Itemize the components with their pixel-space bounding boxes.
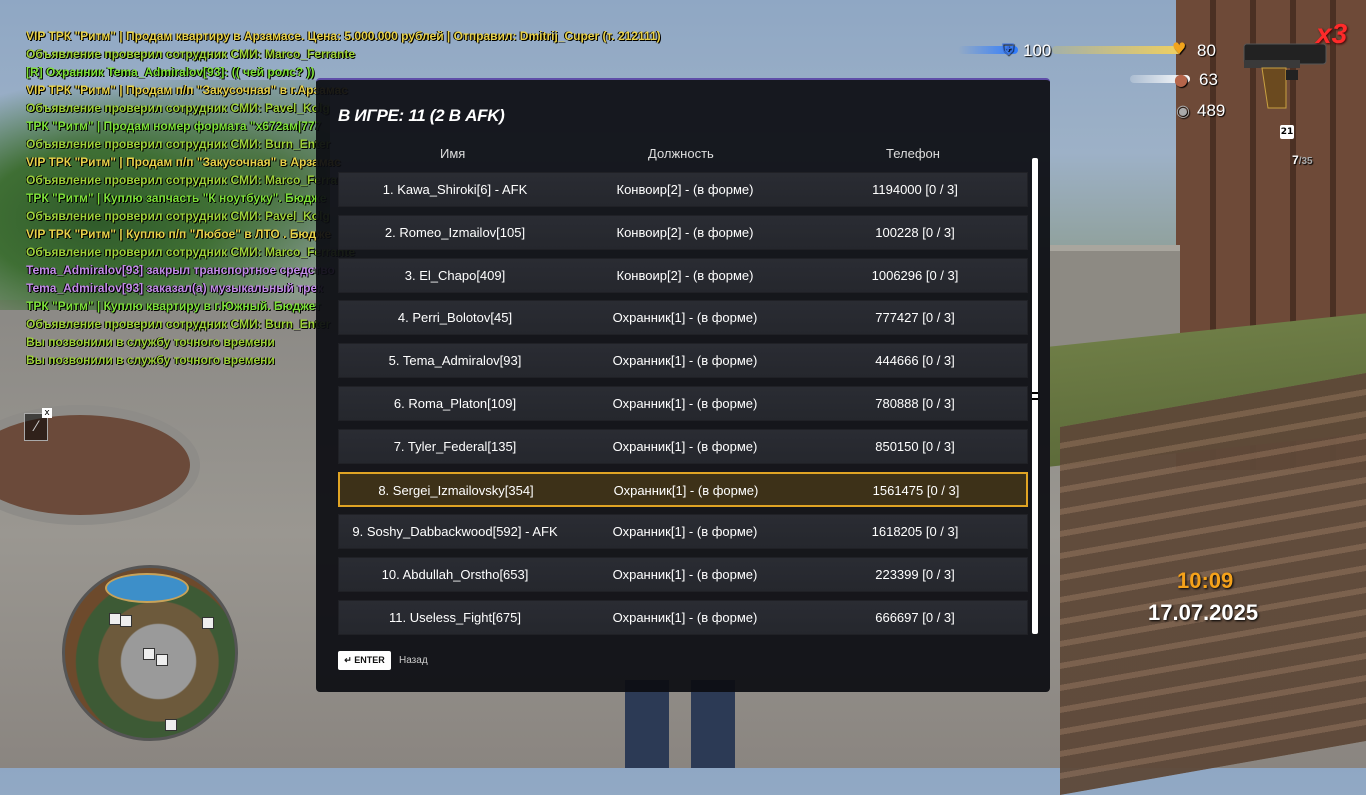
minimap-marker xyxy=(202,617,214,629)
enter-button-label: ENTER xyxy=(354,655,385,665)
member-position: Охранник[1] - (в форме) xyxy=(612,438,758,454)
member-name: 9. Soshy_Dabbackwood[592] - AFK xyxy=(352,524,558,540)
dialog-title: В ИГРЕ: 11 (2 В AFK) xyxy=(338,106,505,125)
member-row[interactable]: 9. Soshy_Dabbackwood[592] - AFK Охранник[… xyxy=(338,514,1028,550)
member-position: Конвоир[2] - (в форме) xyxy=(616,224,754,240)
member-row[interactable]: 3. El_Chapo[409] Конвоир[2] - (в форме) 10… xyxy=(338,257,1028,293)
enter-button[interactable]: ↵ ENTER xyxy=(338,651,391,670)
member-name: 7. Tyler_Federal[135] xyxy=(393,438,517,454)
member-row[interactable]: 2. Romeo_Izmailov[105] Конвоир[2] - (в фо… xyxy=(338,214,1028,250)
member-row[interactable]: 11. Useless_Fight[675] Охранник[1] - (в ф… xyxy=(338,599,1028,635)
member-position: Охранник[1] - (в форме) xyxy=(612,310,758,326)
member-row[interactable]: 8. Sergei_Izmailovsky[354] Охранник[1] - … xyxy=(338,471,1028,507)
member-phone: 777427 [0 / 3] xyxy=(875,310,955,326)
member-phone: 1006296 [0 / 3] xyxy=(871,267,959,283)
minimap xyxy=(62,565,238,741)
multiplier-badge: x3 xyxy=(1316,18,1348,49)
member-phone: 850150 [0 / 3] xyxy=(875,438,955,454)
member-phone: 100228 [0 / 3] xyxy=(875,224,955,240)
member-position: Охранник[1] - (в форме) xyxy=(612,567,758,583)
coin-icon: ◉ xyxy=(1176,101,1190,120)
scrollbar-grip[interactable] xyxy=(1032,392,1038,400)
member-row[interactable]: 4. Perri_Bolotov[45] Охранник[1] - (в фор… xyxy=(338,300,1028,336)
member-position: Конвоир[2] - (в форме) xyxy=(616,182,754,197)
minimap-marker xyxy=(165,719,177,731)
back-label[interactable]: Назад xyxy=(399,655,428,666)
armor-value: 100 xyxy=(1023,41,1052,60)
member-name: 5. Tema_Admiralov[93] xyxy=(388,353,522,369)
chat-line: Объявление проверил сотрудник СМИ: Marco… xyxy=(26,47,355,61)
health-bar xyxy=(1052,46,1182,54)
member-row[interactable]: 1. Kawa_Shiroki[6] - AFK Конвоир[2] - (в … xyxy=(338,172,1028,207)
ammo-total: 35 xyxy=(1301,156,1313,167)
member-name: 10. Abdullah_Orstho[653] xyxy=(381,567,529,583)
members-dialog: В ИГРЕ: 11 (2 В AFK) Имя Должность Телеф… xyxy=(316,78,1050,692)
column-header-phone: Телефон xyxy=(886,146,940,161)
close-icon: x xyxy=(42,408,52,418)
member-name: 1. Kawa_Shiroki[6] - AFK xyxy=(382,182,528,197)
minimap-marker xyxy=(120,615,132,627)
minimap-marker xyxy=(156,654,168,666)
clock-time: 10:09 xyxy=(1177,568,1234,593)
member-name: 3. El_Chapo[409] xyxy=(404,267,506,283)
member-phone: 223399 [0 / 3] xyxy=(875,567,955,583)
member-name: 4. Perri_Bolotov[45] xyxy=(397,310,513,326)
member-position: Охранник[1] - (в форме) xyxy=(613,482,759,498)
heart-icon: ♥ xyxy=(1172,39,1187,58)
column-header-position: Должность xyxy=(648,146,714,161)
clock-date: 17.07.2025 xyxy=(1148,600,1259,625)
member-position: Охранник[1] - (в форме) xyxy=(612,353,758,369)
column-header-name: Имя xyxy=(440,146,466,161)
member-row[interactable]: 6. Roma_Platon[109] Охранник[1] - (в форм… xyxy=(338,385,1028,421)
member-name: 6. Roma_Platon[109] xyxy=(393,395,517,411)
member-phone: 1194000 [0 / 3] xyxy=(872,182,958,197)
ammo-counter: 7/35 xyxy=(1292,153,1313,167)
member-position: Охранник[1] - (в форме) xyxy=(612,524,758,540)
member-name: 11. Useless_Fight[675] xyxy=(389,609,521,625)
member-row[interactable]: 5. Tema_Admiralov[93] Охранник[1] - (в фо… xyxy=(338,343,1028,379)
armor-icon: ⛨ xyxy=(1002,40,1015,59)
member-row[interactable]: 7. Tyler_Federal[135] Охранник[1] - (в фо… xyxy=(338,428,1028,464)
member-phone: 666697 [0 / 3] xyxy=(875,609,955,625)
member-position: Охранник[1] - (в форме) xyxy=(612,609,758,625)
level-badge: 21 xyxy=(1280,125,1294,139)
minimap-player-icon xyxy=(143,648,155,660)
player-character xyxy=(625,680,735,768)
member-phone: 780888 [0 / 3] xyxy=(875,395,955,411)
ammo-value: 7 xyxy=(1292,153,1299,167)
member-row[interactable]: 10. Abdullah_Orstho[653] Охранник[1] - (в… xyxy=(338,557,1028,593)
member-name: 2. Romeo_Izmailov[105] xyxy=(384,224,526,240)
member-phone: 1561475 [0 / 3] xyxy=(872,482,960,498)
chat-line: VIP ТРК "Ритм" | Продам квартиру в Арзам… xyxy=(26,29,661,43)
member-position: Конвоир[2] - (в форме) xyxy=(616,267,754,283)
health-value: 80 xyxy=(1197,41,1216,60)
money-value: 489 xyxy=(1197,101,1226,120)
member-position: Охранник[1] - (в форме) xyxy=(612,395,758,411)
member-name: 8. Sergei_Izmailovsky[354] xyxy=(378,482,534,498)
members-list: 1. Kawa_Shiroki[6] - AFK Конвоир[2] - (в … xyxy=(338,172,1028,643)
food-icon: ● xyxy=(1174,70,1188,89)
member-phone: 1618205 [0 / 3] xyxy=(871,524,959,540)
member-phone: 444666 [0 / 3] xyxy=(875,353,955,369)
hunger-value: 63 xyxy=(1199,70,1218,89)
minimap-water xyxy=(105,573,189,603)
